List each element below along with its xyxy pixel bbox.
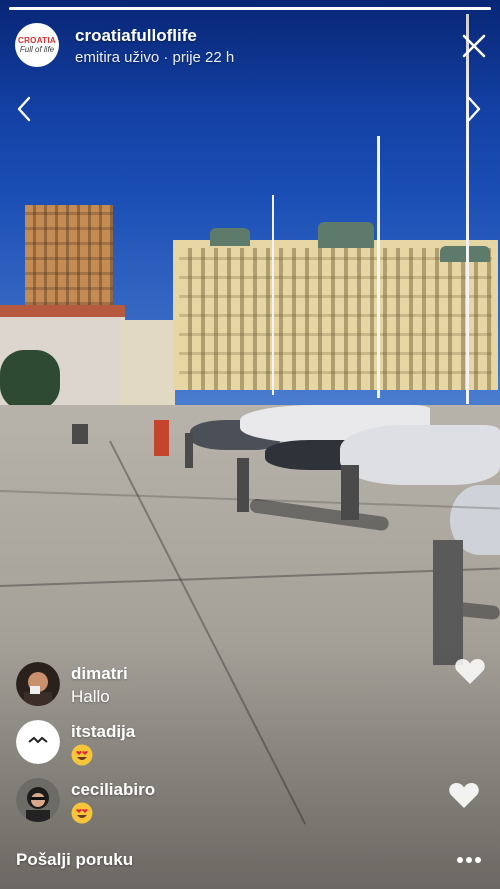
tower-building (25, 205, 113, 317)
bollard (237, 458, 249, 512)
heart-eyes-emoji-icon (71, 744, 93, 766)
comment-username[interactable]: ceciliabiro (71, 780, 155, 800)
comment-username[interactable]: dimatri (71, 664, 128, 684)
heart-icon[interactable] (454, 657, 486, 685)
avatar-logo-line2: Full of life (19, 45, 55, 54)
middle-building (120, 320, 175, 415)
send-message-input[interactable]: Pošalji poruku (16, 850, 133, 870)
story-progress-bar (9, 7, 491, 10)
commenter-avatar[interactable] (16, 662, 60, 706)
commenter-avatar[interactable] (16, 778, 60, 822)
dome (440, 246, 490, 262)
bollard (341, 465, 359, 520)
bollard (185, 433, 193, 468)
heart-icon[interactable] (448, 781, 480, 809)
boat (340, 425, 500, 485)
commenter-avatar[interactable] (16, 720, 60, 764)
previous-icon[interactable] (14, 96, 36, 122)
bollard (72, 424, 88, 444)
comment-username[interactable]: itstadija (71, 722, 135, 742)
sailboat-mast (272, 195, 274, 395)
red-bollard (154, 420, 169, 456)
live-status: emitira uživo · prije 22 h (75, 49, 235, 66)
next-icon[interactable] (462, 96, 484, 122)
profile-username[interactable]: croatiafulloflife (75, 26, 197, 46)
close-icon[interactable] (460, 32, 488, 60)
dome (210, 228, 250, 246)
comment-text: Hallo (71, 687, 110, 706)
hotel-building (173, 240, 498, 390)
trees (0, 350, 60, 410)
heart-eyes-emoji-icon (71, 802, 93, 824)
dome (318, 222, 374, 248)
avatar-logo-line1: CROATIA (18, 36, 56, 45)
story-progress-fill (9, 7, 491, 10)
profile-avatar[interactable]: CROATIA Full of life (15, 23, 59, 67)
sailboat-mast (377, 136, 380, 398)
more-options-icon[interactable] (456, 856, 482, 864)
